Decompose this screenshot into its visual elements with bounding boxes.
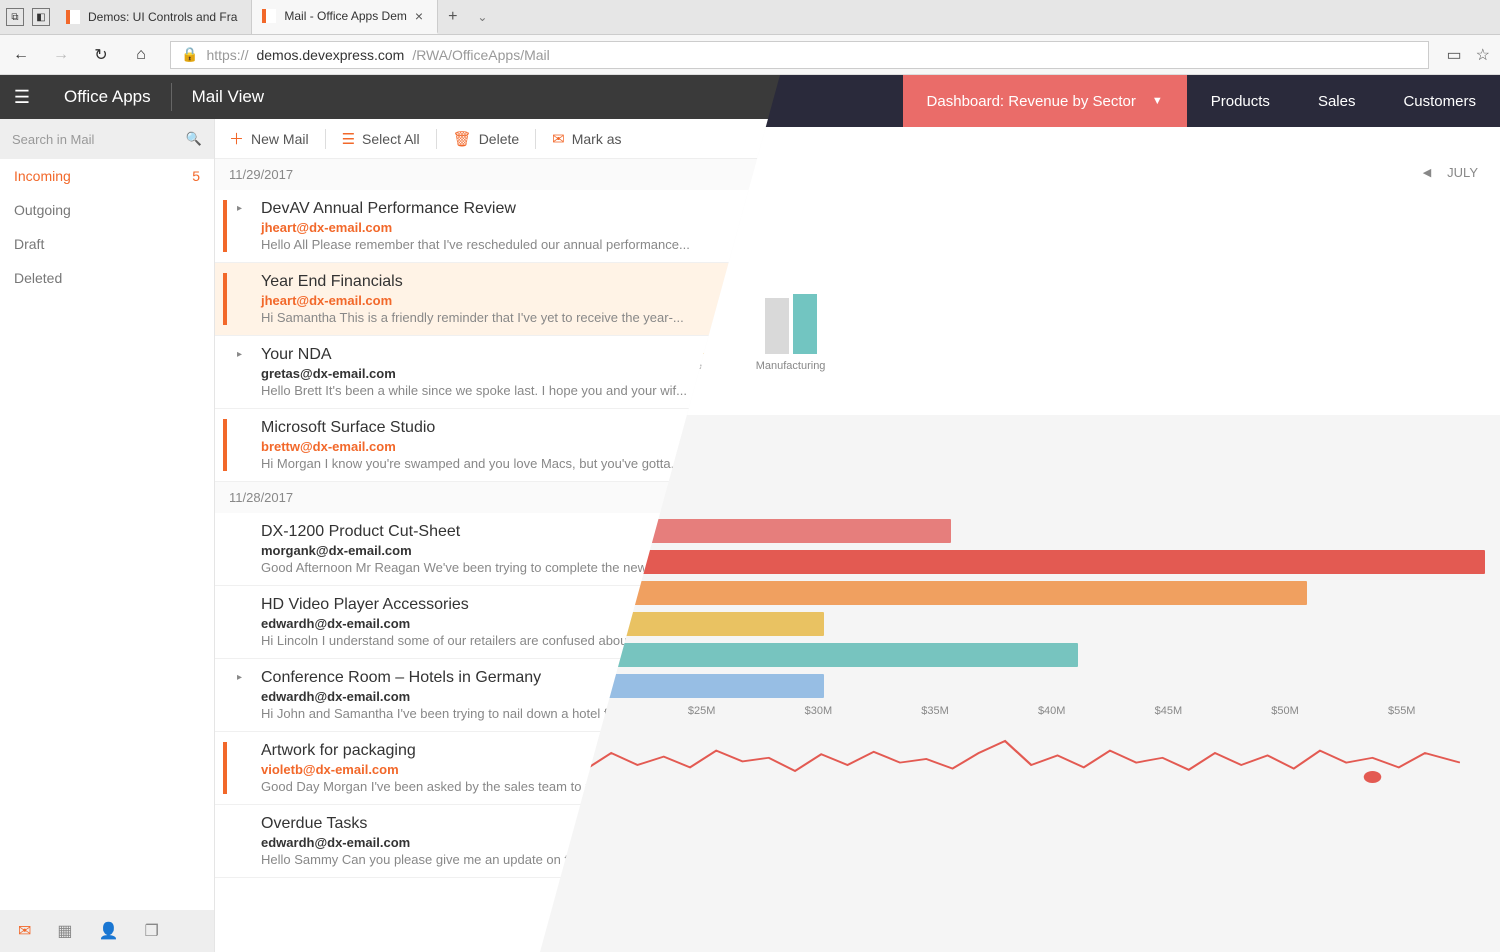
bottom-nav: ✉ ▦ 👤 ❐ [0,910,214,952]
reading-view-icon[interactable]: ▭ [1447,45,1462,65]
favorite-icon[interactable]: ☆ [1476,45,1490,65]
dashboard-dropdown[interactable]: Dashboard: Revenue by Sector ▼ [903,75,1187,127]
folder-outgoing[interactable]: Outgoing [0,193,214,227]
expand-icon[interactable] [237,273,251,325]
mark-as-button[interactable]: ✉Mark as [552,130,621,148]
chevron-down-icon: ▼ [1152,95,1163,107]
new-tab-button[interactable]: + [438,0,467,34]
url-input[interactable]: 🔒 https://demos.devexpress.com/RWA/Offic… [170,41,1429,69]
contacts-icon[interactable]: 👤 [99,921,119,941]
calendar-icon[interactable]: ▦ [57,921,72,941]
back-button[interactable]: ← [10,46,32,64]
search-input[interactable]: Search in Mail 🔍 [0,119,214,159]
forward-button[interactable]: → [50,46,72,64]
mail-icon[interactable]: ✉ [18,921,31,941]
search-icon[interactable]: 🔍 [186,131,202,147]
delete-button[interactable]: 🗑Delete [453,130,520,148]
bar [793,294,817,354]
tab-title: Mail - Office Apps Dem [284,9,406,23]
expand-icon[interactable]: ▸ [237,200,251,252]
menu-icon[interactable]: ☰ [0,87,44,108]
select-all-button[interactable]: ☰Select All [342,130,420,148]
folder-incoming[interactable]: Incoming5 [0,159,214,193]
trash-icon: 🗑 [453,130,472,148]
list-icon: ☰ [342,130,355,148]
favicon-icon [66,10,80,24]
nav-sales[interactable]: Sales [1294,75,1380,127]
home-button[interactable]: ⌂ [130,46,152,64]
window-sidebar-icon[interactable]: ◧ [32,8,50,26]
mail-sidebar: Search in Mail 🔍 Incoming5OutgoingDraftD… [0,119,215,952]
category-label: Manufacturing [756,360,826,372]
refresh-button[interactable]: ↻ [90,45,112,65]
close-icon[interactable]: × [415,8,423,24]
browser-addressbar: ← → ↻ ⌂ 🔒 https://demos.devexpress.com/R… [0,35,1500,75]
bar-group: Manufacturing [756,219,826,372]
tab-title: Demos: UI Controls and Fra [88,10,237,24]
expand-icon[interactable] [237,742,251,794]
new-mail-button[interactable]: ＋New Mail [229,128,309,149]
nav-products[interactable]: Products [1187,75,1294,127]
prev-arrow-icon[interactable]: ◀ [1423,166,1431,179]
envelope-open-icon: ✉ [552,130,565,148]
lock-icon: 🔒 [181,46,198,63]
folder-draft[interactable]: Draft [0,227,214,261]
browser-tab-1[interactable]: Mail - Office Apps Dem × [252,0,438,34]
expand-icon[interactable] [237,596,251,648]
window-layout-icon[interactable]: ⧉ [6,8,24,26]
expand-icon[interactable] [237,419,251,471]
bar [765,298,789,354]
favicon-icon [262,9,276,23]
nav-customers[interactable]: Customers [1379,75,1500,127]
browser-tab-0[interactable]: Demos: UI Controls and Fra [56,0,252,34]
browser-titlebar: ⧉ ◧ Demos: UI Controls and Fra Mail - Of… [0,0,1500,35]
app-name: Office Apps [44,87,171,107]
expand-icon[interactable]: ▸ [237,669,251,721]
folder-deleted[interactable]: Deleted [0,261,214,295]
expand-icon[interactable] [237,815,251,867]
tab-overflow-icon[interactable]: ⌄ [467,0,497,34]
date-label: JULY [1447,165,1478,180]
plus-icon: ＋ [229,128,244,149]
expand-icon[interactable] [237,523,251,575]
view-name: Mail View [172,87,284,107]
expand-icon[interactable]: ▸ [237,346,251,398]
tasks-icon[interactable]: ❐ [144,921,158,941]
